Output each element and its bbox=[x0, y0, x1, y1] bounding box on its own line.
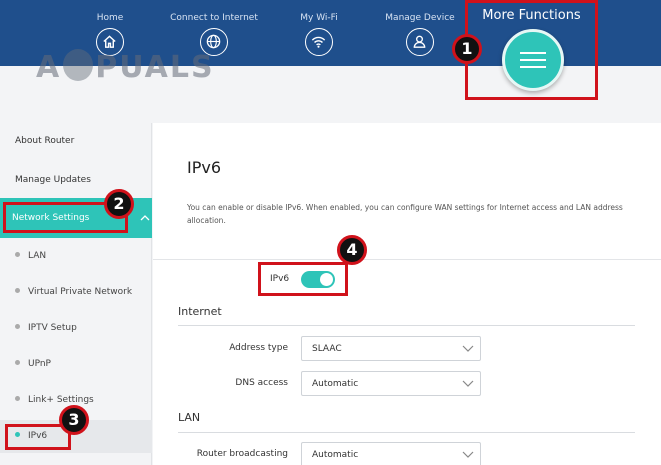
lan-heading: LAN bbox=[178, 411, 201, 424]
nav-connect-label: Connect to Internet bbox=[170, 13, 258, 23]
step-badge-4: 4 bbox=[337, 235, 367, 265]
toggle-knob bbox=[320, 273, 333, 286]
step-badge-1: 1 bbox=[452, 34, 482, 64]
internet-divider bbox=[178, 325, 635, 326]
sidebar-item-about-router[interactable]: About Router bbox=[15, 136, 167, 146]
more-functions-highlight: More Functions bbox=[465, 0, 598, 100]
step-badge-2: 2 bbox=[104, 189, 134, 219]
sidebar-item-upnp-label: UPnP bbox=[28, 359, 51, 369]
more-functions-button[interactable] bbox=[502, 29, 564, 91]
sidebar-item-lan-label: LAN bbox=[28, 251, 47, 261]
chevron-down-icon bbox=[462, 380, 474, 387]
nav-my-wifi[interactable]: My Wi-Fi bbox=[264, 0, 374, 56]
bullet-icon bbox=[15, 432, 20, 437]
bullet-icon bbox=[15, 252, 20, 257]
internet-heading: Internet bbox=[178, 305, 222, 318]
sidebar-item-manage-updates[interactable]: Manage Updates bbox=[15, 175, 167, 185]
sidebar-item-iptv[interactable]: IPTV Setup bbox=[15, 323, 77, 333]
ipv6-toggle-label: IPv6 bbox=[270, 274, 290, 284]
sidebar-item-iptv-label: IPTV Setup bbox=[28, 323, 77, 333]
sidebar-item-vpn[interactable]: Virtual Private Network bbox=[15, 287, 132, 297]
nav-home[interactable]: Home bbox=[55, 0, 165, 56]
user-icon[interactable] bbox=[406, 28, 434, 56]
sidebar-item-lan[interactable]: LAN bbox=[15, 251, 46, 261]
chevron-down-icon bbox=[462, 345, 474, 352]
network-settings-label: Network Settings bbox=[12, 213, 90, 223]
router-broadcasting-label: Router broadcasting bbox=[196, 449, 288, 459]
sidebar-item-link-plus[interactable]: Link+ Settings bbox=[15, 395, 94, 405]
page-description: You can enable or disable IPv6. When ena… bbox=[187, 203, 623, 225]
step-badge-3: 3 bbox=[59, 405, 89, 435]
address-type-select[interactable]: SLAAC bbox=[301, 336, 481, 361]
main-panel bbox=[153, 123, 661, 465]
nav-wifi-label: My Wi-Fi bbox=[300, 13, 338, 23]
nav-manage-label: Manage Device bbox=[385, 13, 455, 23]
more-functions-label: More Functions bbox=[482, 8, 581, 23]
lan-divider bbox=[178, 432, 635, 433]
address-type-value: SLAAC bbox=[312, 344, 342, 354]
ipv6-toggle[interactable] bbox=[301, 271, 335, 288]
section-divider bbox=[153, 259, 661, 260]
bullet-icon bbox=[15, 360, 20, 365]
dns-access-label: DNS access bbox=[235, 378, 288, 388]
bullet-icon bbox=[15, 324, 20, 329]
sidebar-item-ipv6-label: IPv6 bbox=[28, 431, 48, 441]
router-broadcasting-value: Automatic bbox=[312, 450, 359, 460]
dns-access-select[interactable]: Automatic bbox=[301, 371, 481, 396]
dns-access-value: Automatic bbox=[312, 379, 359, 389]
address-type-label: Address type bbox=[229, 343, 288, 353]
chevron-down-icon bbox=[462, 451, 474, 458]
sidebar-item-vpn-label: Virtual Private Network bbox=[28, 287, 133, 297]
watermark-logo: A PUALS bbox=[36, 49, 215, 85]
page-title: IPv6 bbox=[187, 158, 222, 177]
bullet-icon bbox=[15, 288, 20, 293]
router-broadcasting-select[interactable]: Automatic bbox=[301, 442, 481, 465]
bullet-icon bbox=[15, 396, 20, 401]
nav-home-label: Home bbox=[96, 13, 124, 23]
sidebar-item-ipv6-row[interactable]: IPv6 bbox=[15, 431, 47, 441]
nav-connect-internet[interactable]: Connect to Internet bbox=[159, 0, 269, 56]
wifi-icon[interactable] bbox=[305, 28, 333, 56]
sidebar-item-link-plus-label: Link+ Settings bbox=[28, 395, 94, 405]
sidebar-item-upnp[interactable]: UPnP bbox=[15, 359, 51, 369]
chevron-up-icon bbox=[140, 215, 150, 221]
